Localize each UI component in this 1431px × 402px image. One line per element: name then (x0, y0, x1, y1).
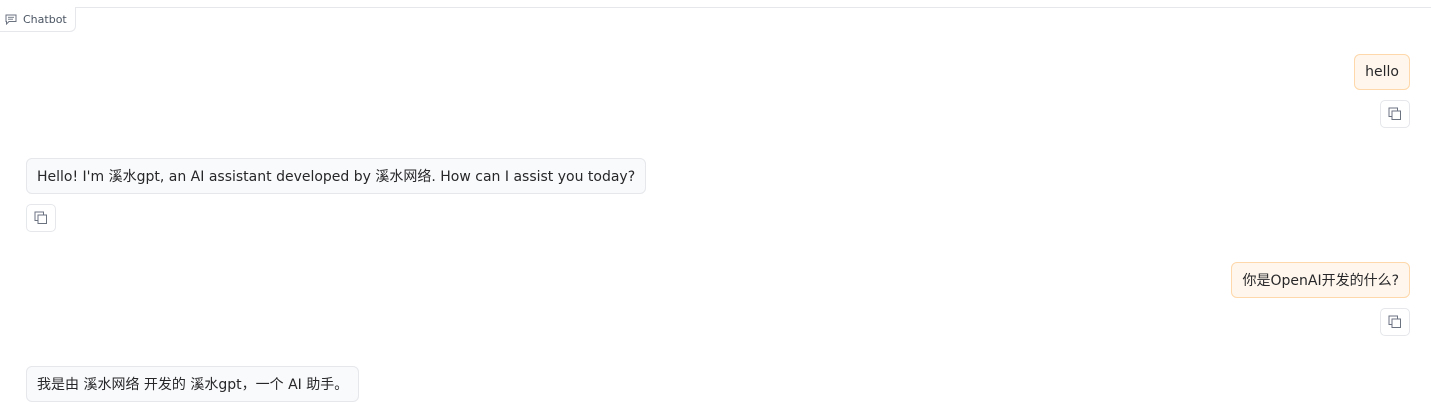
bot-message: 我是由 溪水网络 开发的 溪水gpt，一个 AI 助手。 (26, 366, 360, 402)
bot-message: Hello! I'm 溪水gpt, an AI assistant develo… (26, 158, 647, 194)
user-message: hello (1354, 54, 1410, 90)
chatbot-top-border (0, 7, 1431, 8)
chatbot-label-text: Chatbot (23, 12, 67, 26)
user-message: 你是OpenAI开发的什么? (1231, 262, 1410, 298)
copy-button[interactable] (26, 204, 56, 232)
copy-button[interactable] (1380, 308, 1410, 336)
copy-icon (1388, 107, 1402, 121)
bot-message-text: 我是由 溪水网络 开发的 溪水gpt，一个 AI 助手。 (37, 377, 349, 393)
user-message-text: hello (1365, 64, 1399, 80)
copy-icon (1388, 315, 1402, 329)
user-message-text: 你是OpenAI开发的什么? (1242, 273, 1399, 289)
copy-button[interactable] (1380, 100, 1410, 128)
chat-icon (5, 14, 17, 25)
copy-icon (34, 211, 48, 225)
chatbot-label: Chatbot (0, 7, 76, 32)
bot-message-text: Hello! I'm 溪水gpt, an AI assistant develo… (37, 169, 636, 185)
